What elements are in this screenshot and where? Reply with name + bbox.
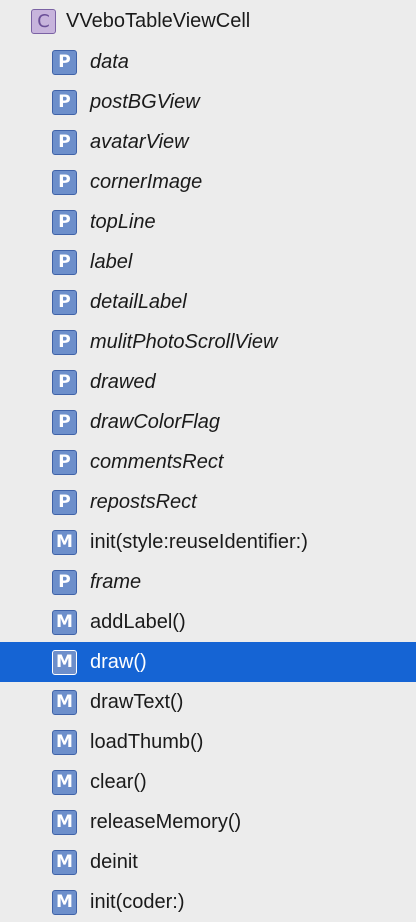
member-label: detailLabel: [90, 291, 187, 313]
property-icon: P: [52, 90, 77, 115]
member-label: loadThumb(): [90, 731, 204, 753]
member-label: mulitPhotoScrollView: [90, 331, 278, 353]
property-icon: P: [52, 250, 77, 275]
property-icon: P: [52, 290, 77, 315]
member-label: topLine: [90, 211, 156, 233]
member-row[interactable]: PrepostsRect: [0, 482, 416, 522]
member-row[interactable]: PavatarView: [0, 122, 416, 162]
member-label: label: [90, 251, 133, 273]
member-label: init(coder:): [90, 891, 185, 913]
property-icon: P: [52, 410, 77, 435]
member-row[interactable]: Mclear(): [0, 762, 416, 802]
property-icon: P: [52, 490, 77, 515]
class-name: VVeboTableViewCell: [66, 10, 251, 32]
member-row[interactable]: MloadThumb(): [0, 722, 416, 762]
member-label: releaseMemory(): [90, 811, 242, 833]
member-row[interactable]: PpostBGView: [0, 82, 416, 122]
member-list: Pdata PpostBGView PavatarView PcornerImage P…: [0, 42, 416, 922]
method-icon: M: [52, 770, 77, 795]
property-icon: P: [52, 450, 77, 475]
member-row[interactable]: MdrawText(): [0, 682, 416, 722]
member-label: avatarView: [90, 131, 189, 153]
member-label: cornerImage: [90, 171, 203, 193]
member-label: drawColorFlag: [90, 411, 221, 433]
member-row[interactable]: PdrawColorFlag: [0, 402, 416, 442]
method-icon: M: [52, 810, 77, 835]
property-icon: P: [52, 330, 77, 355]
property-icon: P: [52, 50, 77, 75]
method-icon: M: [52, 730, 77, 755]
member-row[interactable]: Mdeinit: [0, 842, 416, 882]
member-row[interactable]: Plabel: [0, 242, 416, 282]
member-row[interactable]: PcommentsRect: [0, 442, 416, 482]
member-row[interactable]: Minit(style:reuseIdentifier:): [0, 522, 416, 562]
member-label: data: [90, 51, 129, 73]
member-label: deinit: [90, 851, 138, 873]
property-icon: P: [52, 210, 77, 235]
member-label: commentsRect: [90, 451, 224, 473]
member-label: drawText(): [90, 691, 184, 713]
class-row[interactable]: C VVeboTableViewCell: [0, 0, 416, 42]
member-label: draw(): [90, 651, 147, 673]
property-icon: P: [52, 130, 77, 155]
method-icon: M: [52, 530, 77, 555]
member-row[interactable]: PdetailLabel: [0, 282, 416, 322]
member-row[interactable]: Minit(coder:): [0, 882, 416, 922]
member-label: drawed: [90, 371, 156, 393]
member-row[interactable]: PcornerImage: [0, 162, 416, 202]
method-icon: M: [52, 610, 77, 635]
member-row[interactable]: MreleaseMemory(): [0, 802, 416, 842]
member-label: postBGView: [90, 91, 200, 113]
member-row[interactable]: Pdata: [0, 42, 416, 82]
member-row[interactable]: Pframe: [0, 562, 416, 602]
member-row[interactable]: Pdrawed: [0, 362, 416, 402]
class-icon: C: [31, 9, 56, 34]
method-icon: M: [52, 850, 77, 875]
member-label: init(style:reuseIdentifier:): [90, 531, 308, 553]
member-label: frame: [90, 571, 142, 593]
method-icon: M: [52, 690, 77, 715]
member-label: repostsRect: [90, 491, 197, 513]
property-icon: P: [52, 370, 77, 395]
member-row[interactable]: PmulitPhotoScrollView: [0, 322, 416, 362]
property-icon: P: [52, 570, 77, 595]
method-icon: M: [52, 890, 77, 915]
property-icon: P: [52, 170, 77, 195]
member-row[interactable]: Mdraw(): [0, 642, 416, 682]
member-row[interactable]: MaddLabel(): [0, 602, 416, 642]
member-label: clear(): [90, 771, 147, 793]
method-icon: M: [52, 650, 77, 675]
document-outline-panel: C VVeboTableViewCell Pdata PpostBGView Pav…: [0, 0, 416, 922]
member-row[interactable]: PtopLine: [0, 202, 416, 242]
member-label: addLabel(): [90, 611, 186, 633]
